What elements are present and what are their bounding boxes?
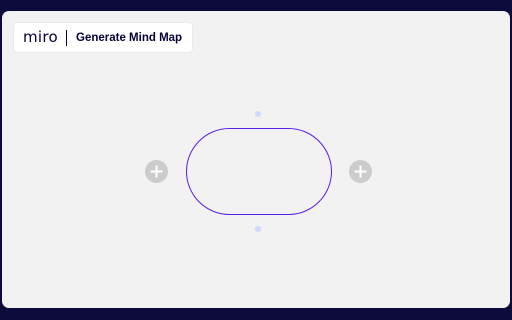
add-node-right-button[interactable]	[349, 160, 372, 183]
miro-logo: miro	[23, 28, 58, 46]
app-frame: miro Generate Mind Map	[0, 0, 512, 320]
page-title: Generate Mind Map	[76, 31, 183, 44]
header-badge: miro Generate Mind Map	[14, 23, 193, 52]
plus-icon	[349, 160, 372, 183]
header-divider	[66, 29, 67, 46]
connection-anchor-top[interactable]	[255, 111, 261, 117]
add-node-left-button[interactable]	[145, 160, 168, 183]
connection-anchor-bottom[interactable]	[255, 226, 261, 232]
plus-icon	[145, 160, 168, 183]
mind-map-root-node[interactable]	[186, 128, 332, 215]
